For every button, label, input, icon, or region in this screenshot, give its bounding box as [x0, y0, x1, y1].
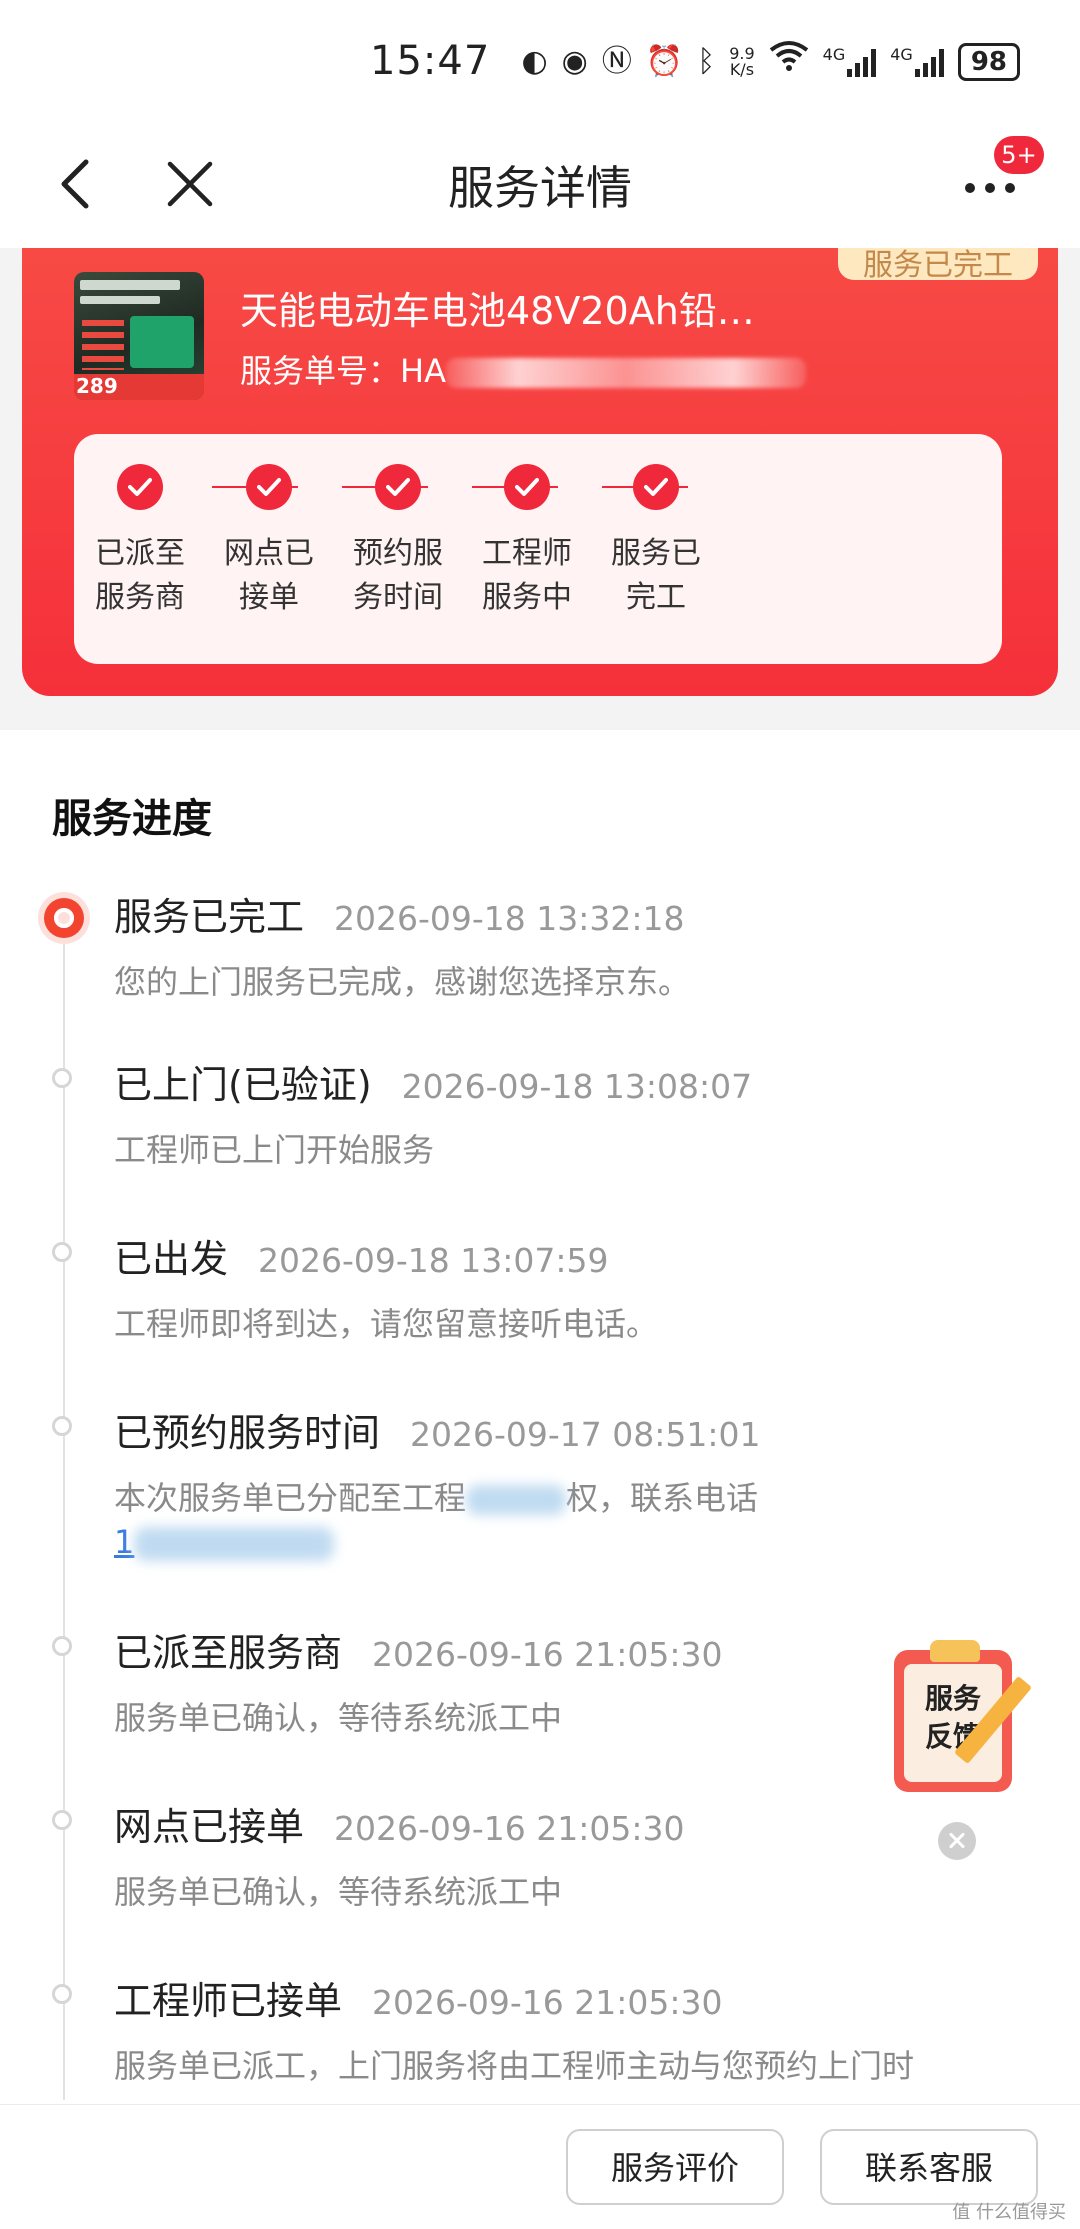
feedback-button[interactable]: 服务 反馈	[888, 1640, 1033, 1796]
alarm-icon: ⏰	[645, 43, 684, 79]
signal-bars-icon	[847, 47, 877, 77]
timeline-title: 已派至服务商	[114, 1631, 343, 1675]
battery-indicator: 98	[957, 42, 1020, 81]
step-item: 工程师 服务中	[457, 464, 597, 620]
order-number: 服务单号：HA	[240, 346, 806, 392]
step-item: 网点已 接单	[199, 464, 339, 620]
timeline-desc: 服务单已派工，上门服务将由工程师主动与您预约上门时	[114, 2047, 915, 2085]
order-value: HA	[400, 352, 446, 390]
timeline-desc: 服务单已确认，等待系统派工中	[114, 1699, 563, 1737]
product-thumbnail[interactable]: 289	[74, 272, 204, 400]
step-dot-icon	[52, 1068, 72, 1088]
check-icon	[246, 464, 292, 510]
check-icon	[633, 464, 679, 510]
step-dot-icon	[52, 1636, 72, 1656]
timeline-title: 工程师已接单	[114, 1979, 343, 2023]
check-icon	[117, 464, 163, 510]
timeline-desc: 服务单已确认，等待系统派工中	[114, 1873, 563, 1911]
timeline-time: 2026-09-18 13:32:18	[334, 899, 685, 938]
watermark: 值 什么值得买	[952, 2202, 1066, 2223]
timeline-title: 网点已接单	[114, 1805, 305, 1849]
phone-link[interactable]: 1	[114, 1523, 134, 1561]
timeline-desc: 工程师已上门开始服务	[114, 1131, 435, 1169]
timeline-time: 2026-09-16 21:05:30	[334, 1809, 685, 1848]
timeline-time: 2026-09-16 21:05:30	[372, 1983, 723, 2022]
wifi-icon	[769, 40, 809, 83]
timeline-title: 服务已完工	[114, 895, 305, 939]
timeline-desc: 工程师即将到达，请您留意接听电话。	[114, 1305, 659, 1343]
thumbnail-price: 289	[76, 374, 118, 398]
redacted-phone	[134, 1527, 335, 1561]
redacted-area	[445, 358, 806, 388]
timeline-time: 2026-09-17 08:51:01	[410, 1415, 761, 1454]
step-dot-icon	[52, 1810, 72, 1830]
status-time: 15:47	[370, 38, 491, 84]
status-tag: 服务已完工	[838, 248, 1038, 280]
service-steps: 已派至 服务商 网点已 接单 预约服 务时间 工程师 服务中 服务已 完工	[74, 434, 1002, 664]
timeline-desc: 本次服务单已分配至工程 权，联系电话 1	[114, 1479, 759, 1561]
feedback-close-button[interactable]	[938, 1822, 976, 1860]
current-step-icon	[38, 892, 90, 944]
notification-badge: 5+	[994, 136, 1044, 174]
bluetooth-icon: ᛒ	[697, 43, 716, 79]
bottom-action-bar: 服务评价 联系客服	[0, 2104, 1080, 2229]
service-summary-card: 服务已完工 289 天能电动车电池48V20Ah铅… 服务单号：HA 已派至 服务…	[22, 248, 1058, 696]
step-dot-icon	[52, 1984, 72, 2004]
nav-bar: 服务详情 5+	[0, 124, 1080, 248]
check-icon	[375, 464, 421, 510]
timeline-title: 已上门(已验证)	[114, 1063, 372, 1107]
signal-bars-icon	[914, 47, 944, 77]
timeline-title: 已预约服务时间	[114, 1411, 381, 1455]
review-button[interactable]: 服务评价	[566, 2129, 784, 2205]
status-icons: ◐ ◉ Ⓝ ⏰ ᛒ 9.9 K/s 4G 4G 98	[521, 40, 1020, 83]
timeline-time: 2026-09-16 21:05:30	[372, 1635, 723, 1674]
signal-2: 4G	[890, 46, 944, 77]
contact-service-button[interactable]: 联系客服	[820, 2129, 1038, 2205]
timeline-time: 2026-09-18 13:08:07	[401, 1067, 753, 1106]
page-title: 服务详情	[448, 161, 632, 215]
product-name[interactable]: 天能电动车电池48V20Ah铅…	[240, 280, 800, 335]
redacted-area	[466, 1485, 567, 1515]
order-label: 服务单号：	[240, 352, 401, 390]
step-dot-icon	[52, 1242, 72, 1262]
data-saver-icon: ◐	[521, 43, 548, 79]
timeline-title: 已出发	[114, 1237, 229, 1281]
step-item: 预约服 务时间	[328, 464, 468, 620]
timeline-desc: 您的上门服务已完成，感谢您选择京东。	[114, 963, 691, 1001]
check-icon	[504, 464, 550, 510]
signal-1: 4G	[823, 46, 877, 77]
step-dot-icon	[52, 1416, 72, 1436]
eye-comfort-icon: ◉	[561, 43, 588, 79]
timeline-time: 2026-09-18 13:07:59	[258, 1241, 609, 1280]
step-item: 服务已 完工	[586, 464, 726, 620]
nfc-icon: Ⓝ	[601, 43, 632, 79]
network-speed: 9.9 K/s	[729, 43, 755, 79]
step-item: 已派至 服务商	[70, 464, 210, 620]
section-title: 服务进度	[52, 796, 212, 842]
status-bar: 15:47 ◐ ◉ Ⓝ ⏰ ᛒ 9.9 K/s 4G 4G 98	[0, 0, 1080, 124]
